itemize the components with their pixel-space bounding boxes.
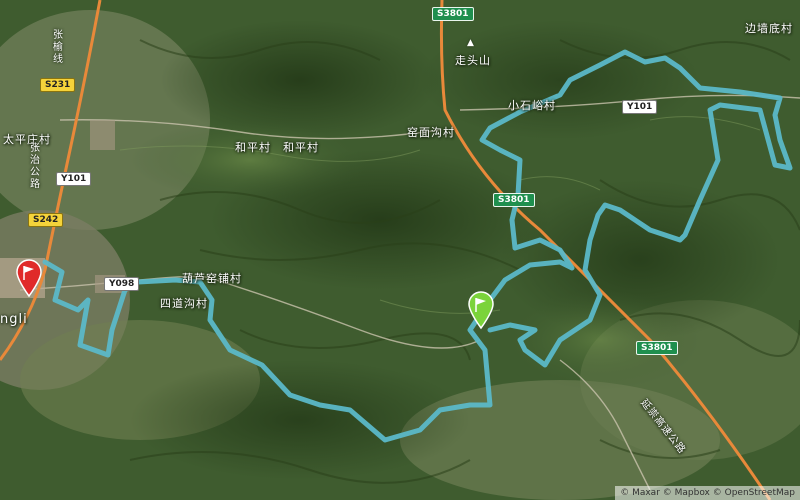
shield-s242: S242 — [28, 213, 64, 227]
finish-flag-marker[interactable] — [466, 290, 496, 330]
label-zoutoushan: 走头山 — [455, 54, 491, 67]
label-taipingzhuangcun: 太平庄村 — [3, 133, 51, 146]
label-zhangyu-road: 张榆线 — [53, 30, 63, 65]
label-town-partial: ngli — [0, 312, 28, 327]
label-bianqiangdicun: 边墙底村 — [745, 22, 793, 35]
map-view[interactable]: ▲ 走头山 边墙底村 小石峪村 窑面沟村 和平村 和平村 太平庄村 葫芦窑铺村 … — [0, 0, 800, 500]
shield-s231: S231 — [40, 78, 76, 92]
map-attribution[interactable]: © Maxar © Mapbox © OpenStreetMap — [615, 486, 800, 500]
start-flag-marker[interactable] — [14, 258, 44, 298]
label-hulupuchuncun: 葫芦窑铺村 — [182, 272, 242, 285]
satellite-base — [0, 0, 800, 500]
shield-y098: Y098 — [104, 277, 140, 291]
label-xiaoshixiacun: 小石峪村 — [508, 99, 556, 112]
label-hepingcun-2: 和平村 — [283, 141, 319, 154]
label-sidaogoucun: 四道沟村 — [160, 297, 208, 310]
shield-y101-left: Y101 — [56, 172, 92, 186]
shield-s3801-top: S3801 — [432, 7, 474, 21]
shield-s3801-mid: S3801 — [493, 193, 535, 207]
label-zhangzhi-road: 张治公路 — [30, 143, 40, 190]
label-yaomiangoucun: 窑面沟村 — [407, 126, 455, 139]
shield-y101-right: Y101 — [622, 100, 658, 114]
shield-s3801-low: S3801 — [636, 341, 678, 355]
label-hepingcun-1: 和平村 — [235, 141, 271, 154]
mountain-peak-icon: ▲ — [467, 38, 474, 48]
